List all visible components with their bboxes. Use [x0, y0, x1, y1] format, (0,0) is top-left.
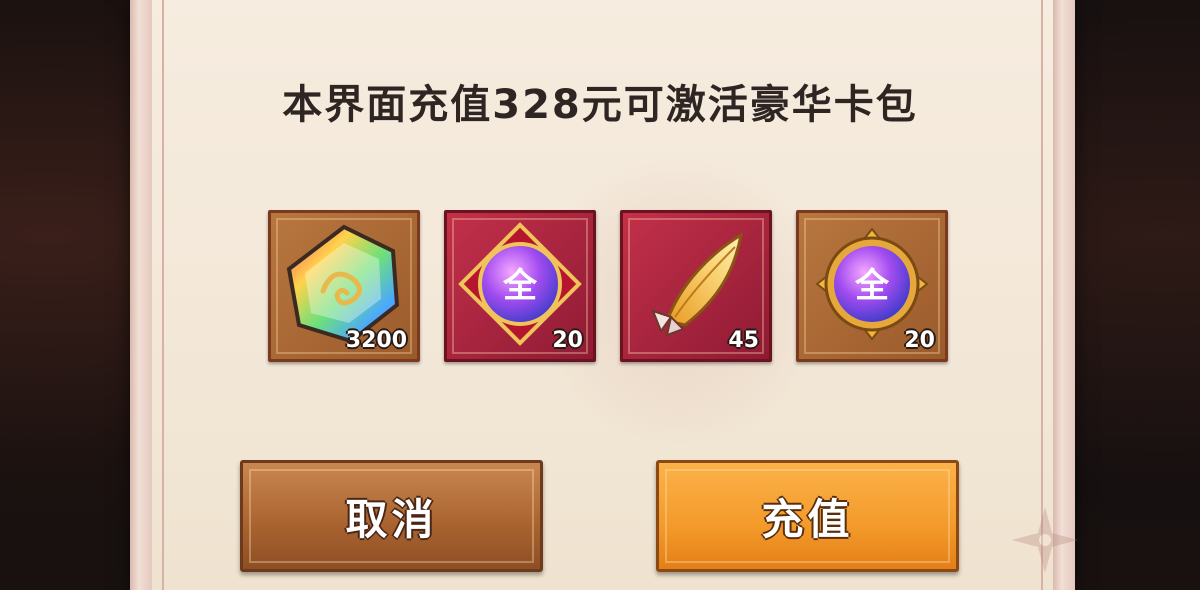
reward-count: 3200: [345, 328, 407, 353]
reward-count: 45: [728, 328, 759, 353]
reward-count: 20: [904, 328, 935, 353]
cancel-button[interactable]: 取消: [240, 460, 543, 572]
reward-slot-orb-red[interactable]: 全 20: [444, 210, 596, 362]
reward-count: 20: [552, 328, 583, 353]
dialog-title: 本界面充值328元可激活豪华卡包: [282, 82, 918, 128]
recharge-button[interactable]: 充值: [656, 460, 959, 572]
orb-label: 全: [502, 266, 538, 306]
button-frame: [249, 469, 534, 563]
reward-slot-crystal[interactable]: 3200: [268, 210, 420, 362]
button-frame: [665, 469, 950, 563]
orb-label: 全: [854, 266, 890, 306]
reward-slot-feather[interactable]: 45: [620, 210, 772, 362]
shuriken-icon: [1012, 507, 1078, 573]
reward-slot-orb-gold[interactable]: 全 20: [796, 210, 948, 362]
